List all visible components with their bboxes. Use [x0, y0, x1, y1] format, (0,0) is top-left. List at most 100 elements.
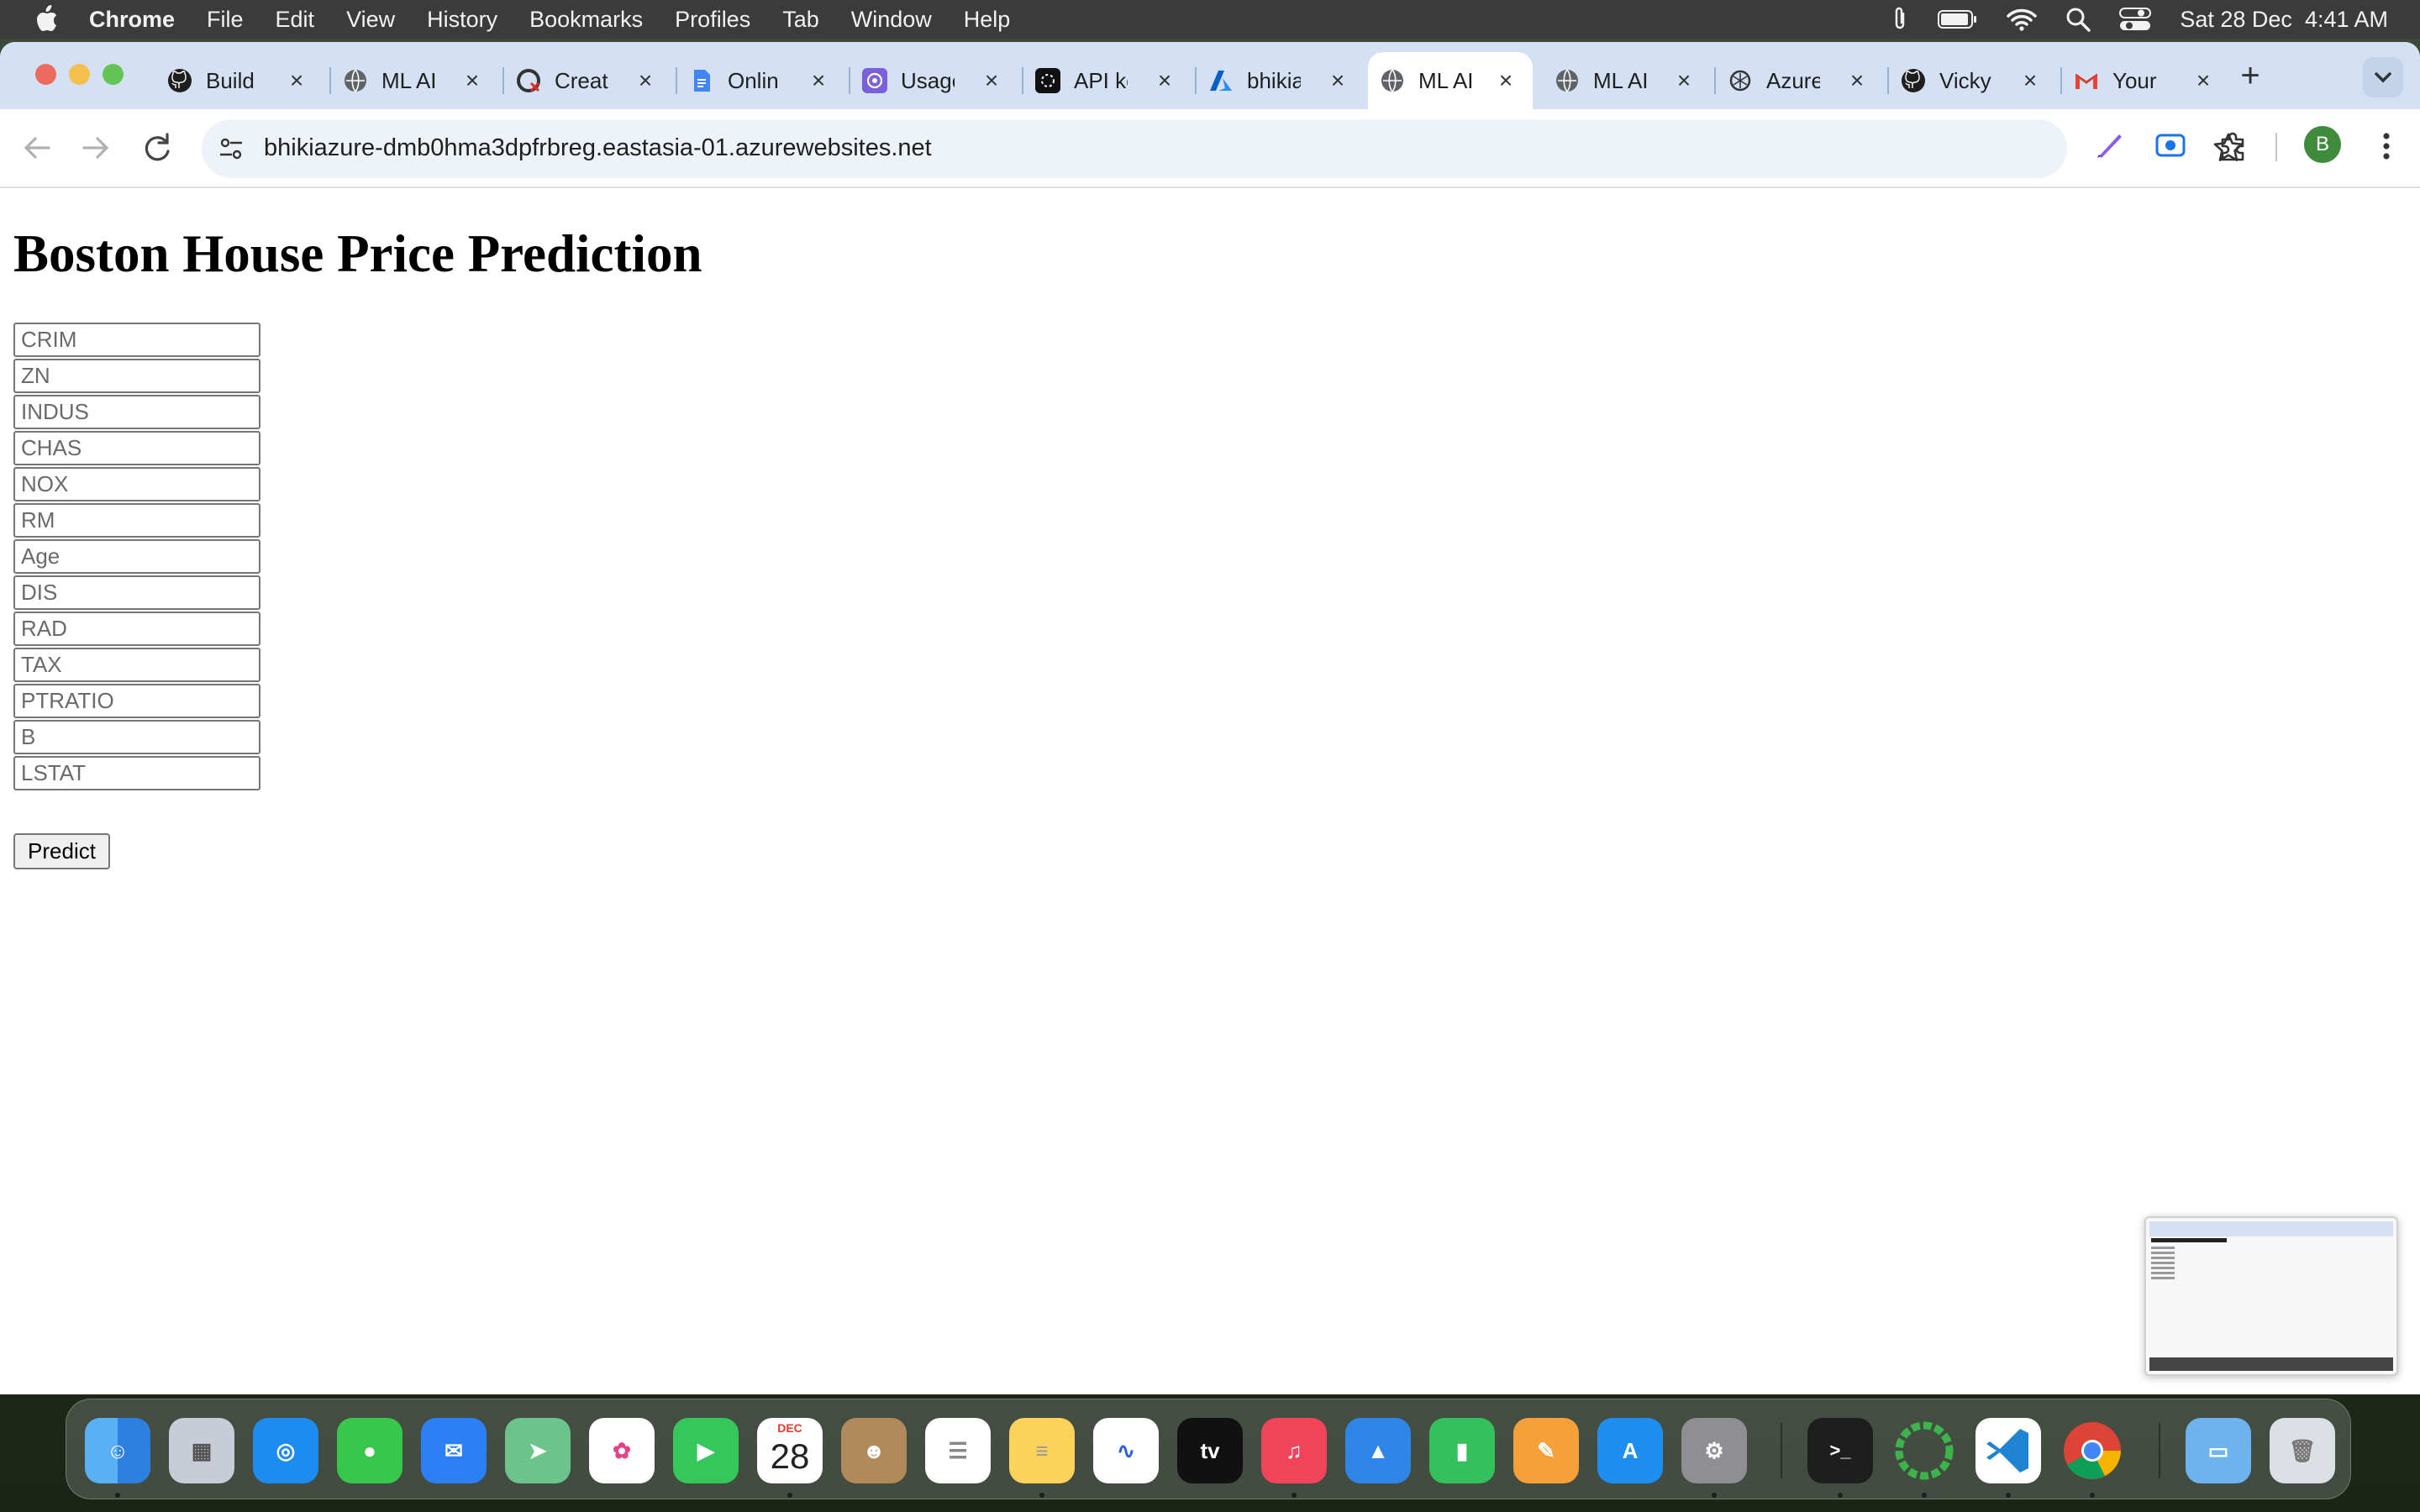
terminal-icon[interactable]: >_: [1807, 1418, 1873, 1483]
more-options-icon[interactable]: [2370, 128, 2403, 165]
close-icon[interactable]: ×: [1845, 69, 1869, 92]
safari-icon[interactable]: ◎: [253, 1418, 318, 1483]
rm-input[interactable]: [13, 503, 260, 538]
downloads-folder-icon[interactable]: ▭: [2186, 1418, 2251, 1483]
close-icon[interactable]: ×: [2191, 69, 2215, 92]
running-indicator: [115, 1493, 120, 1498]
keynote-icon[interactable]: ▲: [1345, 1418, 1411, 1483]
control-center-icon[interactable]: [2119, 7, 2152, 32]
finder-icon[interactable]: ☺: [85, 1418, 150, 1483]
vscode-icon[interactable]: [1975, 1418, 2041, 1483]
back-button[interactable]: [18, 129, 55, 166]
app-store-icon[interactable]: A: [1597, 1418, 1663, 1483]
maps-icon[interactable]: ➤: [505, 1418, 571, 1483]
window-close-button[interactable]: [35, 64, 56, 85]
wifi-icon[interactable]: [2007, 8, 2038, 31]
site-info-icon[interactable]: [217, 134, 245, 163]
close-icon[interactable]: ×: [460, 69, 484, 92]
window-minimize-button[interactable]: [69, 64, 90, 85]
close-icon[interactable]: ×: [634, 69, 657, 92]
system-settings-icon[interactable]: ⚙: [1681, 1418, 1747, 1483]
tab-api-keys[interactable]: API ke ×: [1023, 52, 1192, 109]
activity-icon[interactable]: [1891, 1418, 1957, 1483]
contacts-icon[interactable]: ☻: [841, 1418, 907, 1483]
menu-file[interactable]: File: [207, 7, 244, 33]
notes-icon[interactable]: ≡: [1009, 1418, 1075, 1483]
close-icon[interactable]: ×: [1672, 69, 1696, 92]
age-input[interactable]: [13, 539, 260, 574]
predict-button[interactable]: Predict: [13, 833, 110, 869]
menu-profiles[interactable]: Profiles: [675, 7, 750, 33]
pen-extension-icon[interactable]: [2092, 128, 2128, 163]
url-text[interactable]: bhikiazure-dmb0hma3dpfrbreg.eastasia-01.…: [264, 134, 932, 162]
freeform-icon[interactable]: ∿: [1093, 1418, 1159, 1483]
rad-input[interactable]: [13, 612, 260, 646]
numbers-icon[interactable]: ▮: [1429, 1418, 1495, 1483]
close-icon[interactable]: ×: [2018, 69, 2042, 92]
nox-input[interactable]: [13, 467, 260, 501]
reminders-icon[interactable]: ☰: [925, 1418, 991, 1483]
tab-build[interactable]: Build ×: [155, 52, 324, 109]
menu-view[interactable]: View: [346, 7, 395, 33]
ptratio-input[interactable]: [13, 684, 260, 718]
pages-icon[interactable]: ✎: [1513, 1418, 1579, 1483]
forward-button[interactable]: [77, 129, 114, 166]
mail-icon[interactable]: ✉: [421, 1418, 487, 1483]
menu-tab[interactable]: Tab: [782, 7, 819, 33]
crim-input[interactable]: [13, 323, 260, 357]
messages-icon[interactable]: ●: [337, 1418, 402, 1483]
close-icon[interactable]: ×: [285, 69, 308, 92]
facetime-icon[interactable]: ▶: [673, 1418, 739, 1483]
extensions-puzzle-icon[interactable]: [2215, 128, 2250, 163]
menu-help[interactable]: Help: [964, 7, 1011, 33]
tab-vicky[interactable]: Vicky ×: [1889, 52, 2057, 109]
tab-search-button[interactable]: [2363, 57, 2403, 97]
screen-recorder-extension-icon[interactable]: [2153, 128, 2188, 163]
close-icon[interactable]: ×: [1326, 69, 1349, 92]
screenshot-preview-thumbnail[interactable]: [2144, 1216, 2398, 1376]
profile-avatar[interactable]: B: [2304, 126, 2341, 163]
tab-usage[interactable]: Usage ×: [850, 52, 1018, 109]
indus-input[interactable]: [13, 395, 260, 429]
launchpad-icon[interactable]: ▦: [169, 1418, 234, 1483]
music-icon[interactable]: ♫: [1261, 1418, 1327, 1483]
lstat-input[interactable]: [13, 756, 260, 790]
address-bar[interactable]: bhikiazure-dmb0hma3dpfrbreg.eastasia-01.…: [202, 119, 2244, 178]
window-maximize-button[interactable]: [103, 64, 124, 85]
tab-azure[interactable]: Azure ×: [1716, 52, 1884, 109]
photos-icon[interactable]: ✿: [589, 1418, 655, 1483]
tab-online[interactable]: Onlin ×: [677, 52, 845, 109]
battery-icon[interactable]: [1938, 9, 1978, 29]
paperclip-icon[interactable]: [1891, 6, 1909, 33]
tab-title: Azure: [1766, 67, 1820, 93]
b-input[interactable]: [13, 720, 260, 754]
close-icon[interactable]: ×: [807, 69, 830, 92]
menu-window[interactable]: Window: [851, 7, 932, 33]
close-icon[interactable]: ×: [980, 69, 1003, 92]
tab-ml-ai-active[interactable]: ML AI ×: [1368, 52, 1533, 109]
tab-bhikia[interactable]: bhikia ×: [1197, 52, 1365, 109]
menu-history[interactable]: History: [427, 7, 497, 33]
search-icon[interactable]: [2065, 7, 2091, 32]
tab-ml-ai-1[interactable]: ML AI ×: [331, 52, 499, 109]
apple-menu-icon[interactable]: [34, 5, 59, 34]
zn-input[interactable]: [13, 359, 260, 393]
menu-app-name[interactable]: Chrome: [89, 7, 175, 33]
dis-input[interactable]: [13, 575, 260, 610]
trash-icon[interactable]: 🗑: [2270, 1418, 2335, 1483]
chrome-icon[interactable]: [2060, 1418, 2125, 1483]
chas-input[interactable]: [13, 431, 260, 465]
tv-icon[interactable]: tv: [1177, 1418, 1243, 1483]
menu-datetime[interactable]: Sat 28 Dec 4:41 AM: [2180, 7, 2388, 33]
menu-bookmarks[interactable]: Bookmarks: [529, 7, 643, 33]
reload-button[interactable]: [138, 129, 175, 166]
tab-your-gmail[interactable]: Your ×: [2062, 52, 2230, 109]
close-icon[interactable]: ×: [1153, 69, 1176, 92]
close-icon[interactable]: ×: [1494, 69, 1518, 92]
tab-create[interactable]: Creat ×: [504, 52, 672, 109]
menu-edit[interactable]: Edit: [276, 7, 315, 33]
calendar-icon[interactable]: DEC 28: [757, 1418, 823, 1483]
new-tab-button[interactable]: +: [2233, 59, 2267, 94]
tab-ml-ai-2[interactable]: ML AI ×: [1543, 52, 1711, 109]
tax-input[interactable]: [13, 648, 260, 682]
